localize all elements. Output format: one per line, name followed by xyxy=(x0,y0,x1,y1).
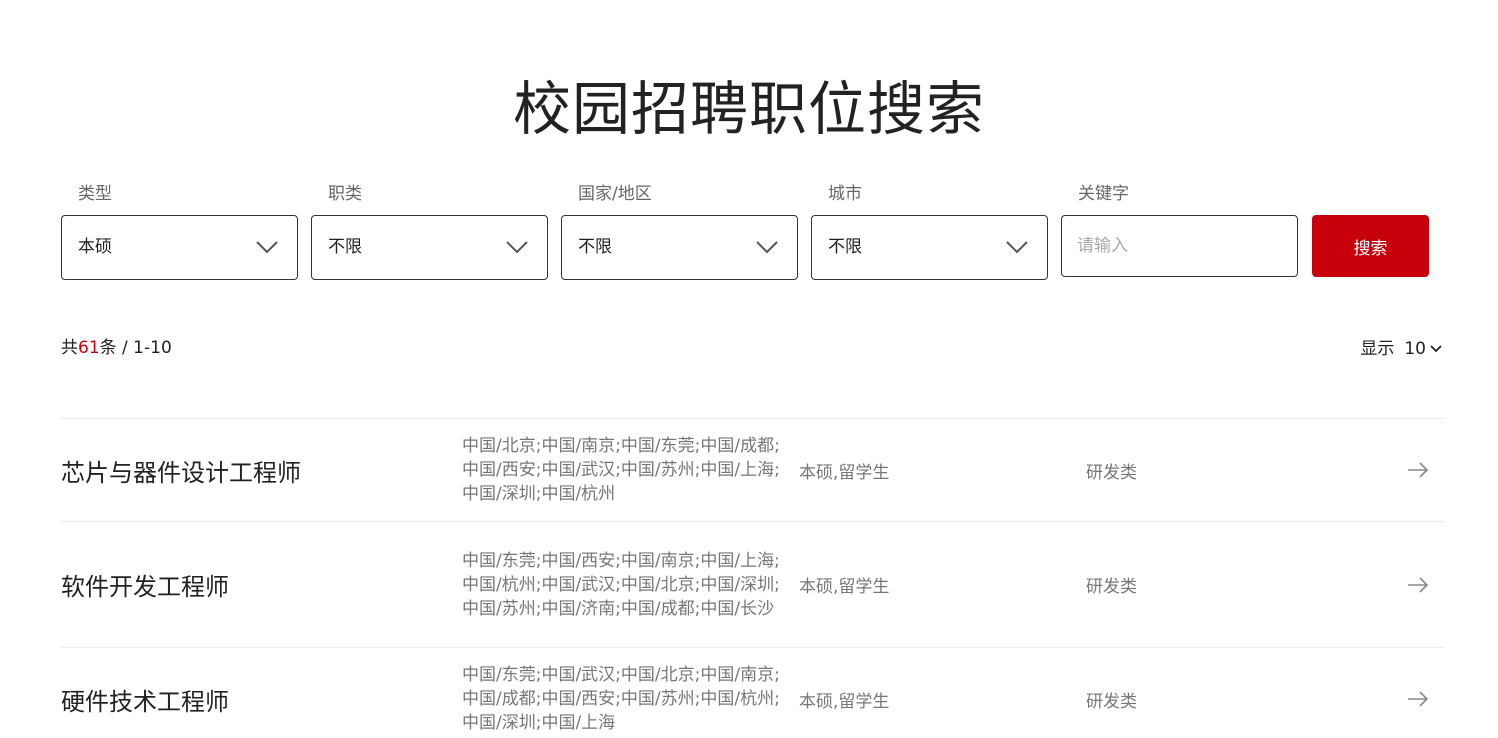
job-locations: 中国/东莞;中国/西安;中国/南京;中国/上海;中国/杭州;中国/武汉;中国/北… xyxy=(462,550,780,619)
job-type: 本硕,留学生 xyxy=(799,577,890,597)
page-size-value: 10 xyxy=(1404,339,1426,359)
chevron-down-icon xyxy=(1006,241,1028,254)
category-select-value: 不限 xyxy=(328,237,362,257)
keyword-field xyxy=(1061,215,1298,277)
filter-category-label: 职类 xyxy=(328,184,362,204)
filter-type-label: 类型 xyxy=(78,184,112,204)
job-locations: 中国/东莞;中国/武汉;中国/北京;中国/南京;中国/成都;中国/西安;中国/苏… xyxy=(462,665,780,733)
job-row[interactable]: 硬件技术工程师 中国/东莞;中国/武汉;中国/北京;中国/南京;中国/成都;中国… xyxy=(61,648,1444,738)
filter-type: 类型 本硕 xyxy=(61,182,298,280)
page-title: 校园招聘职位搜索 xyxy=(512,75,985,143)
city-select[interactable]: 不限 xyxy=(811,215,1048,280)
arrow-right-icon[interactable] xyxy=(1406,576,1430,593)
result-total: 61 xyxy=(78,338,100,358)
job-title[interactable]: 软件开发工程师 xyxy=(61,567,229,602)
result-count-suffix: 条 / 1-10 xyxy=(99,338,172,358)
type-select[interactable]: 本硕 xyxy=(61,215,298,280)
job-type: 本硕,留学生 xyxy=(799,462,890,483)
job-search-page: 校园招聘职位搜索 类型 本硕 职类 不限 国家/地区 不限 城市 不限 关键字 … xyxy=(0,0,1498,738)
arrow-right-icon[interactable] xyxy=(1406,462,1430,478)
search-button[interactable]: 搜索 xyxy=(1312,215,1429,277)
job-row[interactable]: 软件开发工程师 中国/东莞;中国/西安;中国/南京;中国/上海;中国/杭州;中国… xyxy=(61,522,1444,648)
filter-city-label: 城市 xyxy=(828,184,862,204)
keyword-input[interactable] xyxy=(1062,216,1297,276)
filter-category: 职类 不限 xyxy=(311,182,548,280)
category-select[interactable]: 不限 xyxy=(311,215,548,280)
job-category: 研发类 xyxy=(1086,691,1137,712)
filter-keyword-label: 关键字 xyxy=(1078,184,1129,204)
chevron-down-icon xyxy=(756,241,778,254)
chevron-down-icon xyxy=(256,241,278,254)
region-select-value: 不限 xyxy=(578,237,612,257)
region-select[interactable]: 不限 xyxy=(561,215,798,280)
job-category: 研发类 xyxy=(1086,462,1137,483)
job-row[interactable]: 芯片与器件设计工程师 中国/北京;中国/南京;中国/东莞;中国/成都;中国/西安… xyxy=(61,419,1444,522)
filter-city: 城市 不限 xyxy=(811,182,1048,280)
filter-region: 国家/地区 不限 xyxy=(561,182,798,280)
type-select-value: 本硕 xyxy=(78,237,112,257)
page-size-label: 显示 xyxy=(1360,339,1395,359)
city-select-value: 不限 xyxy=(828,237,862,257)
job-title[interactable]: 硬件技术工程师 xyxy=(61,682,229,717)
job-list: 芯片与器件设计工程师 中国/北京;中国/南京;中国/东莞;中国/成都;中国/西安… xyxy=(61,418,1444,738)
job-type: 本硕,留学生 xyxy=(799,691,890,712)
job-title[interactable]: 芯片与器件设计工程师 xyxy=(61,453,301,488)
filter-region-label: 国家/地区 xyxy=(578,184,652,204)
job-locations: 中国/北京;中国/南京;中国/东莞;中国/成都;中国/西安;中国/武汉;中国/苏… xyxy=(462,436,780,504)
result-count: 共61条 / 1-10 xyxy=(61,336,172,360)
result-count-prefix: 共 xyxy=(61,338,78,358)
chevron-down-icon xyxy=(506,241,528,254)
job-category: 研发类 xyxy=(1086,577,1137,597)
chevron-down-icon xyxy=(1430,345,1442,353)
arrow-right-icon[interactable] xyxy=(1406,691,1430,707)
filter-keyword: 关键字 xyxy=(1061,182,1298,277)
page-size-select[interactable]: 显示 10 xyxy=(1360,337,1442,361)
